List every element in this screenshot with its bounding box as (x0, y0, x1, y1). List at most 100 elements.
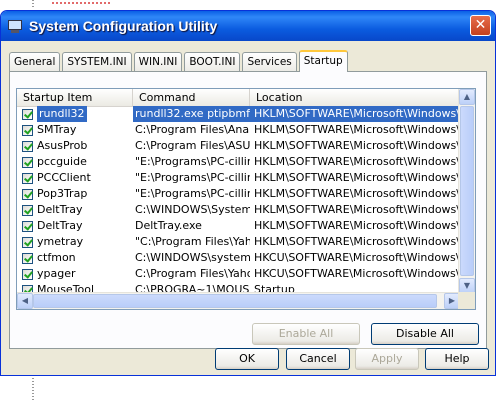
location-cell: HKLM\SOFTWARE\Microsoft\Windows\CurrentV… (254, 123, 460, 136)
startup-item-cell: ctfmon (17, 250, 133, 266)
command-cell: "E:\Programs\PC-cillin\P... (135, 171, 250, 184)
startup-item-name: SMTray (37, 123, 77, 136)
startup-item-checkbox[interactable] (22, 268, 33, 280)
startup-list[interactable]: Startup Item Command Location rundll32 ru… (16, 88, 476, 310)
location-cell: HKLM\SOFTWARE\Microsoft\Windows\CurrentV… (254, 203, 460, 216)
startup-item-cell: ymetray (17, 234, 133, 250)
table-row[interactable]: Pop3Trap "E:\Programs\PC-cillin\P... HKLM\… (17, 186, 460, 202)
column-header-location[interactable]: Location (250, 89, 460, 106)
horizontal-scrollbar[interactable]: ◀ ▶ (17, 292, 460, 309)
tab-win-ini[interactable]: WIN.INI (133, 52, 183, 71)
list-body: rundll32rundll32.exe ptipbmf.dll...HKLM\… (17, 106, 460, 298)
scrollbar-corner (458, 292, 475, 309)
startup-item-checkbox[interactable] (22, 188, 33, 200)
startup-item-checkbox[interactable] (22, 140, 33, 152)
table-row[interactable]: SMTray C:\Program Files\Analo... HKLM\SOFT… (17, 122, 460, 138)
location-cell: HKLM\SOFTWARE\Microsoft\Windows\CurrentV… (254, 187, 460, 200)
tab-startup[interactable]: Startup (298, 50, 348, 72)
startup-item-checkbox[interactable] (22, 236, 33, 248)
horizontal-scroll-thumb[interactable] (33, 294, 437, 308)
tab-general[interactable]: General (9, 52, 61, 71)
apply-button[interactable]: Apply (355, 348, 419, 370)
startup-item-cell: PCCClient (17, 170, 133, 186)
startup-panel: Startup Item Command Location rundll32 ru… (9, 71, 487, 349)
startup-item-checkbox[interactable] (22, 172, 33, 184)
system-configuration-window: System Configuration Utility ✕ General S… (0, 10, 496, 376)
table-row[interactable]: ypager C:\Program Files\Yahoo... HKCU\SOFT… (17, 266, 460, 282)
startup-item-cell: DeltTray (17, 202, 133, 218)
table-row[interactable]: PCCClient "E:\Programs\PC-cillin\P... HKLM… (17, 170, 460, 186)
table-row[interactable]: AsusProb C:\Program Files\ASUS\... HKLM\SO… (17, 138, 460, 154)
startup-item-cell: Pop3Trap (17, 186, 133, 202)
scroll-left-button[interactable]: ◀ (17, 293, 33, 309)
location-cell: HKLM\SOFTWARE\Microsoft\Windows\CurrentV… (250, 106, 460, 122)
ok-button[interactable]: OK (215, 348, 279, 370)
table-row[interactable]: rundll32 rundll32.exe ptipbmf.dll...HKLM\… (17, 106, 460, 122)
location-cell: HKLM\SOFTWARE\Microsoft\Windows\CurrentV… (254, 235, 460, 248)
vertical-scrollbar[interactable]: ▲ ▼ (458, 89, 475, 294)
table-row[interactable]: ctfmon C:\WINDOWS\system3... HKCU\SOFTWARE… (17, 250, 460, 266)
location-cell: HKLM\SOFTWARE\Microsoft\Windows\CurrentV… (254, 155, 460, 168)
startup-item-checkbox[interactable] (22, 220, 33, 232)
startup-item-name: DeltTray (37, 219, 83, 232)
scroll-up-button[interactable]: ▲ (459, 89, 475, 105)
disable-all-button[interactable]: Disable All (371, 323, 479, 345)
background-dotted-line (32, 378, 34, 400)
column-header-command[interactable]: Command (133, 89, 250, 106)
tab-system-ini[interactable]: SYSTEM.INI (62, 52, 132, 71)
startup-item-name: rundll32 (37, 106, 87, 122)
help-button[interactable]: Help (425, 348, 489, 370)
command-cell: C:\WINDOWS\System3... (135, 203, 250, 216)
vertical-scroll-thumb[interactable] (460, 106, 474, 276)
location-cell: HKLM\SOFTWARE\Microsoft\Windows\CurrentV… (254, 219, 460, 232)
table-row[interactable]: ymetray "C:\Program Files\Yaho... HKLM\SOF… (17, 234, 460, 250)
startup-item-checkbox[interactable] (22, 156, 33, 168)
command-cell: "E:\Programs\PC-cillin\P... (135, 187, 250, 200)
window-title: System Configuration Utility (29, 18, 218, 34)
tab-boot-ini[interactable]: BOOT.INI (184, 52, 241, 71)
startup-item-name: ypager (37, 267, 76, 280)
startup-item-name: AsusProb (37, 139, 88, 152)
startup-item-name: ctfmon (37, 251, 76, 264)
startup-item-checkbox[interactable] (22, 204, 33, 216)
command-cell: C:\Program Files\Analo... (135, 123, 250, 136)
command-cell: C:\WINDOWS\system3... (135, 251, 250, 264)
startup-item-cell: DeltTray (17, 218, 133, 234)
location-cell: HKCU\SOFTWARE\Microsoft\Windows\CurrentV… (254, 251, 460, 264)
startup-item-name: DeltTray (37, 203, 83, 216)
table-row[interactable]: DeltTray DeltTray.exe HKLM\SOFTWARE\Micros… (17, 218, 460, 234)
command-cell: rundll32.exe ptipbmf.dll... (133, 106, 250, 122)
startup-item-checkbox[interactable] (22, 108, 33, 120)
enable-all-button[interactable]: Enable All (252, 323, 360, 345)
startup-item-cell: ypager (17, 266, 133, 282)
startup-item-cell: pccguide (17, 154, 133, 170)
location-cell: HKLM\SOFTWARE\Microsoft\Windows\CurrentV… (254, 139, 460, 152)
startup-item-name: Pop3Trap (37, 187, 88, 200)
background-dotted-line (32, 0, 34, 8)
command-cell: C:\Program Files\Yahoo... (135, 267, 250, 280)
tab-services[interactable]: Services (242, 52, 297, 71)
startup-item-name: pccguide (37, 155, 87, 168)
tab-strip: General SYSTEM.INI WIN.INI BOOT.INI Serv… (9, 49, 350, 72)
startup-item-cell: SMTray (17, 122, 133, 138)
close-button[interactable]: ✕ (470, 15, 491, 36)
location-cell: HKCU\SOFTWARE\Microsoft\Windows\CurrentV… (254, 267, 460, 280)
startup-item-cell: rundll32 (17, 106, 133, 122)
list-header: Startup Item Command Location (17, 89, 460, 107)
command-cell: "E:\Programs\PC-cillin\p... (135, 155, 250, 168)
startup-item-checkbox[interactable] (22, 252, 33, 264)
startup-item-checkbox[interactable] (22, 124, 33, 136)
command-cell: DeltTray.exe (135, 219, 202, 232)
command-cell: C:\Program Files\ASUS\... (135, 139, 250, 152)
table-row[interactable]: DeltTray C:\WINDOWS\System3... HKLM\SOFTWA… (17, 202, 460, 218)
startup-item-name: PCCClient (37, 171, 91, 184)
column-header-startup-item[interactable]: Startup Item (17, 89, 133, 106)
startup-item-name: ymetray (37, 235, 84, 248)
background-underline (52, 2, 112, 4)
command-cell: "C:\Program Files\Yaho... (135, 235, 250, 248)
cancel-button[interactable]: Cancel (286, 348, 350, 370)
title-bar[interactable]: System Configuration Utility ✕ (1, 11, 495, 41)
table-row[interactable]: pccguide "E:\Programs\PC-cillin\p... HKLM\… (17, 154, 460, 170)
startup-item-cell: AsusProb (17, 138, 133, 154)
location-cell: HKLM\SOFTWARE\Microsoft\Windows\CurrentV… (254, 171, 460, 184)
